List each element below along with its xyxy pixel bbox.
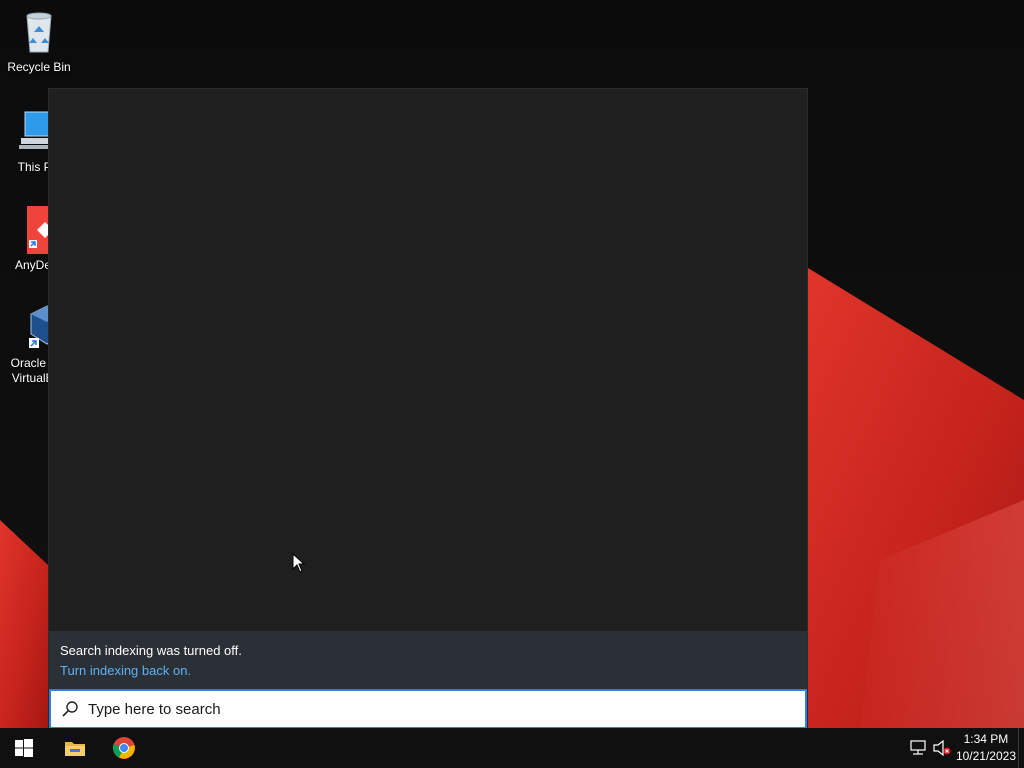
start-button[interactable] (0, 728, 48, 768)
windows-logo-icon (15, 739, 33, 757)
volume-muted-icon[interactable] (933, 740, 951, 756)
search-icon (62, 701, 78, 717)
clock-date: 10/21/2023 (955, 749, 1016, 763)
search-flyout: Search indexing was turned off. Turn ind… (48, 88, 808, 729)
taskbar-clock[interactable]: 1:34 PM 10/21/2023 (956, 731, 1016, 765)
clock-time: 1:34 PM (963, 732, 1009, 746)
search-input[interactable] (88, 697, 748, 721)
show-desktop-button[interactable] (1018, 728, 1024, 768)
chrome-icon (112, 737, 135, 759)
folder-icon (65, 742, 85, 756)
indexing-notice-message: Search indexing was turned off. (60, 643, 242, 658)
recycle-bin-icon (15, 8, 63, 56)
mouse-cursor-icon (292, 553, 306, 573)
indexing-notice: Search indexing was turned off. Turn ind… (49, 631, 807, 689)
network-icon[interactable] (909, 740, 927, 756)
taskbar-file-explorer[interactable] (51, 728, 99, 768)
search-results-area (49, 89, 807, 631)
desktop-icon-recycle-bin[interactable]: Recycle Bin (1, 8, 77, 75)
search-box[interactable] (49, 689, 807, 729)
desktop-icon-label: Recycle Bin (7, 60, 71, 74)
taskbar-google-chrome[interactable] (100, 728, 148, 768)
turn-indexing-on-link[interactable]: Turn indexing back on. (60, 663, 191, 678)
taskbar: 1:34 PM 10/21/2023 (0, 728, 1024, 768)
